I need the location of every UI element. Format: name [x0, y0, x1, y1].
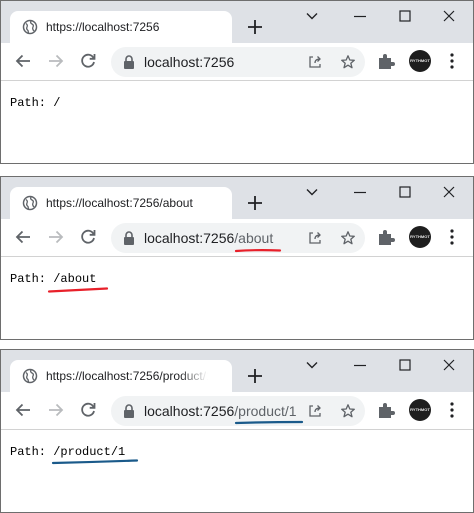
blue-underline-url: [234, 420, 304, 425]
annotation-overlay: [47, 249, 304, 465]
blue-underline-path: [51, 459, 139, 465]
red-underline-path: [47, 287, 109, 293]
red-underline-url: [234, 249, 282, 253]
